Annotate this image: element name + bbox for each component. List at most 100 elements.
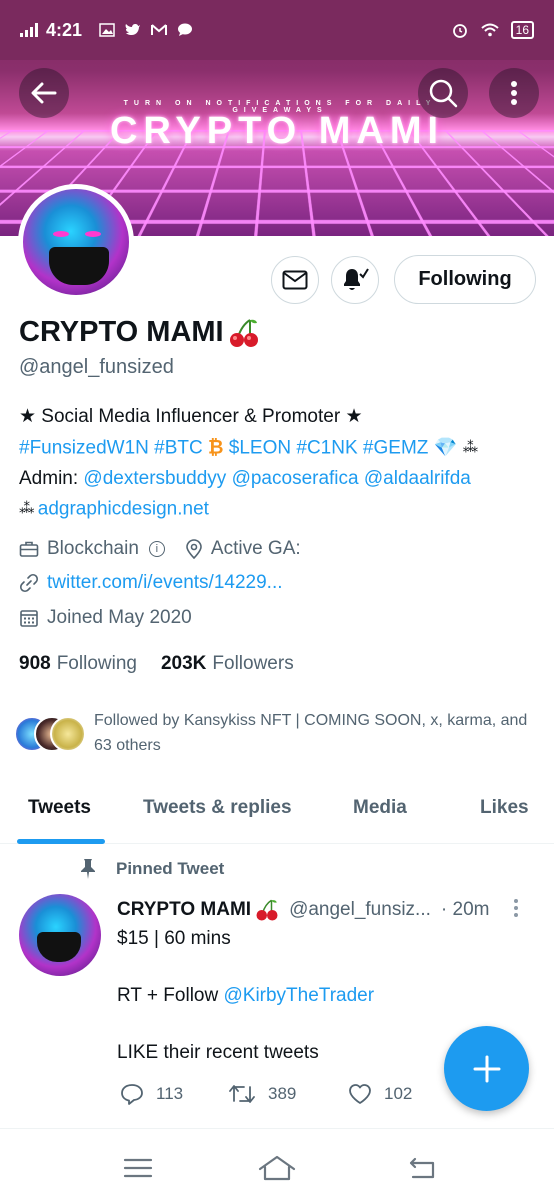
status-time: 4:21 [46, 19, 83, 40]
search-icon [429, 79, 458, 108]
pinned-text: Pinned Tweet [116, 859, 225, 878]
tweet-time: · 20m [440, 899, 490, 920]
avatar-mask [49, 247, 109, 285]
followed-by[interactable]: Followed by Kansykiss NFT | COMING SOON,… [14, 708, 534, 758]
bio-line-2: #FunsizedW1N #BTC ₿ $LEON #C1NK #GEMZ 💎 … [19, 433, 539, 464]
reply-count: 113 [156, 1084, 184, 1103]
profile-name-text: CRYPTO MAMI [19, 316, 224, 348]
followers-number: 203K [160, 653, 207, 674]
reply-icon [121, 1084, 143, 1105]
tab-media[interactable]: Media [353, 797, 407, 819]
avatar-eye [85, 231, 101, 237]
followers-count[interactable]: 203K Followers [161, 653, 294, 675]
tweet-header: CRYPTO MAMI @angel_funsiz... · 20m [117, 898, 489, 922]
bio-line-1: ★ Social Media Influencer & Promoter ★ [19, 406, 363, 427]
tweet-actions: 113 389 102 [120, 1083, 480, 1105]
bio-line-3: Admin: @dextersbuddyy @pacoserafica @ald… [19, 464, 539, 495]
envelope-icon [282, 270, 308, 290]
profile-avatar[interactable] [18, 184, 134, 300]
system-back-button[interactable] [402, 1153, 442, 1183]
plus-icon [473, 1055, 500, 1082]
sparkle-icon: ⁎⁑⁎ [462, 439, 478, 455]
avatar-mask [37, 932, 81, 962]
pin-icon [81, 859, 95, 879]
following-count[interactable]: 908 Following [19, 653, 137, 675]
wifi-icon [480, 22, 499, 38]
reply-button[interactable]: 113 [120, 1083, 228, 1105]
tweet-author-name[interactable]: CRYPTO MAMI [117, 899, 251, 921]
tweet-avatar[interactable] [19, 894, 101, 976]
info-icon[interactable]: i [148, 541, 165, 557]
menu-icon [123, 1158, 153, 1178]
home-button[interactable] [257, 1153, 297, 1183]
profile-url-link[interactable]: twitter.com/i/events/14229... [47, 572, 283, 594]
location-pin-icon [186, 539, 202, 559]
mention-link[interactable]: @pacoserafica [232, 468, 359, 489]
hashtag-link[interactable]: #BTC [154, 437, 203, 458]
tab-tweets[interactable]: Tweets [28, 797, 91, 819]
following-label: Following [56, 653, 137, 674]
tweet-author-handle[interactable]: @angel_funsiz... [289, 899, 431, 921]
search-button[interactable] [418, 68, 468, 118]
location-text: Active GA: [210, 538, 301, 559]
back-return-icon [409, 1157, 435, 1179]
sparkle-icon: ⁎⁑⁎ [19, 501, 34, 517]
follower-avatars [14, 716, 86, 756]
more-vertical-icon [511, 81, 517, 105]
status-bar: 4:21 16 [0, 0, 554, 60]
hashtag-link[interactable]: #FunsizedW1N [19, 437, 149, 458]
following-number: 908 [19, 653, 51, 674]
admin-label: Admin: [19, 467, 79, 489]
compose-tweet-button[interactable] [444, 1026, 529, 1111]
cherry-icon [256, 899, 278, 921]
bio-line-4: ⁎⁑⁎ adgraphicdesign.net [19, 494, 539, 525]
tweet-line: $15 | 60 mins [117, 928, 231, 949]
tweet-more-button[interactable] [513, 898, 519, 918]
system-nav-bar [0, 1128, 554, 1200]
arrow-left-icon [31, 82, 57, 104]
notifications-button[interactable] [331, 256, 379, 304]
mention-link[interactable]: @aldaalrifda [364, 468, 471, 489]
hashtag-link[interactable]: #C1NK [296, 437, 357, 458]
message-button[interactable] [271, 256, 319, 304]
following-button[interactable]: Following [394, 255, 536, 304]
recent-apps-button[interactable] [118, 1153, 158, 1183]
cherry-icon [228, 317, 260, 349]
hashtag-link[interactable]: #GEMZ [363, 437, 428, 458]
cashtag-link[interactable]: $LEON [229, 437, 291, 458]
chat-bubble-icon [176, 22, 194, 38]
joined-text: Joined May 2020 [47, 607, 192, 628]
mention-link[interactable]: @dextersbuddyy [83, 468, 226, 489]
more-options-button[interactable] [489, 68, 539, 118]
link-icon [19, 573, 39, 593]
signal-icon [20, 23, 38, 37]
website-link[interactable]: adgraphicdesign.net [38, 499, 209, 520]
alarm-icon [451, 22, 469, 38]
twitter-icon [124, 22, 142, 38]
home-icon [258, 1155, 296, 1181]
bell-icon [344, 268, 369, 290]
tweet-line: LIKE their recent tweets [117, 1042, 319, 1064]
tab-tweets-replies[interactable]: Tweets & replies [143, 797, 292, 819]
category-text: Blockchain [47, 538, 139, 559]
mention-link[interactable]: @KirbyTheTrader [223, 985, 374, 1006]
more-vertical-icon [514, 899, 518, 917]
tab-likes[interactable]: Likes [480, 797, 529, 819]
profile-handle: @angel_funsized [19, 356, 174, 378]
retweet-count: 389 [268, 1084, 297, 1103]
tweet-text: $15 | 60 mins RT + Follow @KirbyTheTrade… [117, 925, 447, 1068]
retweet-button[interactable]: 389 [228, 1083, 348, 1105]
follow-counts: 908 Following 203K Followers [19, 653, 294, 675]
followers-label: Followers [212, 653, 294, 674]
like-count: 102 [384, 1084, 413, 1103]
profile-meta-url: twitter.com/i/events/14229... [19, 572, 283, 594]
like-button[interactable]: 102 [348, 1083, 458, 1105]
pinned-label: Pinned Tweet [78, 858, 224, 880]
profile-meta-joined: Joined May 2020 [19, 607, 192, 629]
profile-bio: ★ Social Media Influencer & Promoter ★ #… [19, 402, 539, 526]
retweet-icon [229, 1085, 255, 1103]
diamond-icon: 💎 [433, 437, 458, 459]
back-button[interactable] [19, 68, 69, 118]
avatar [50, 716, 86, 752]
profile-name: CRYPTO MAMI [19, 316, 260, 349]
